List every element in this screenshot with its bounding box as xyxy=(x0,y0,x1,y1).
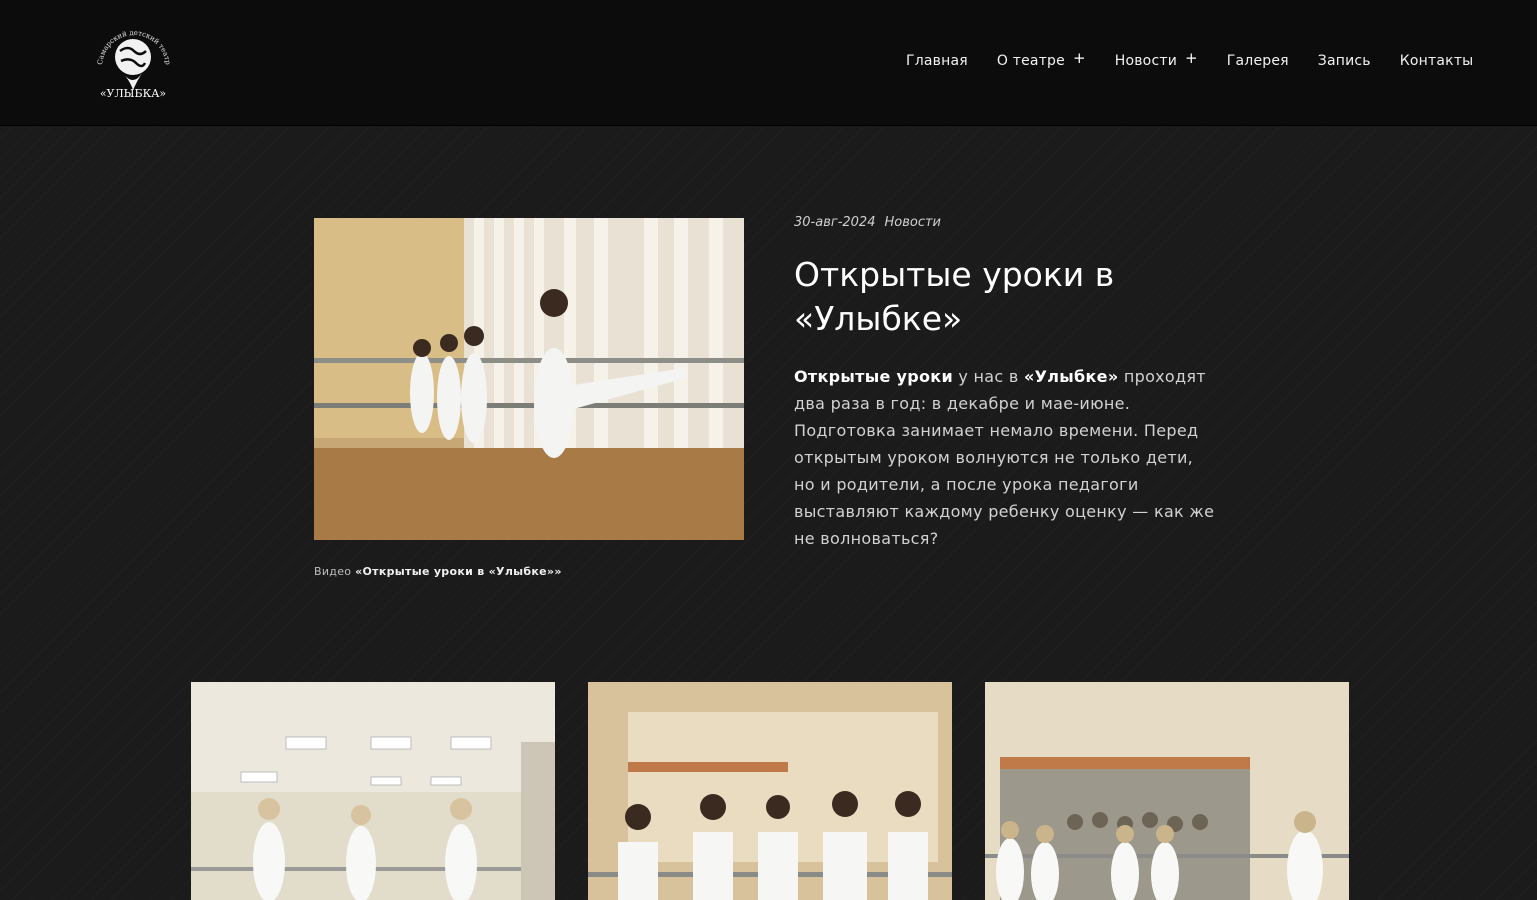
nav-item-label: Контакты xyxy=(1399,53,1474,69)
site-header: Самарский детский театр танца «УЛЫБКА» Г… xyxy=(0,0,1537,126)
nav-item-signup[interactable]: Запись xyxy=(1318,53,1371,69)
gallery-photo-3[interactable] xyxy=(985,682,1349,900)
dance-hall-photo xyxy=(191,682,555,900)
article-meta: 30-авг-2024 Новости xyxy=(794,215,950,230)
video-thumbnail[interactable] xyxy=(314,218,744,540)
body-bold-lead: Открытые уроки xyxy=(794,367,953,386)
nav-item-gallery[interactable]: Галерея xyxy=(1227,53,1289,69)
nav-item-label: Новости xyxy=(1114,53,1177,69)
article-date: 30-авг-2024 xyxy=(794,215,876,230)
nav-item-label: Главная xyxy=(906,53,968,69)
body-bold-name: «Улыбке» xyxy=(1023,367,1119,386)
gallery-photo-2[interactable] xyxy=(588,682,952,900)
theatre-logo[interactable]: Самарский детский театр танца «УЛЫБКА» xyxy=(90,15,174,103)
nav-item-about[interactable]: О театре + xyxy=(996,49,1086,70)
article-body: Открытые уроки у нас в «Улыбке» проходят… xyxy=(794,363,1219,552)
ballet-barre-photo xyxy=(314,218,744,540)
body-text-2: проходят два раза в год: в декабре и мае… xyxy=(794,367,1215,548)
nav-item-label: Запись xyxy=(1317,53,1371,69)
article-title: Открытые уроки в «Улыбке» xyxy=(794,255,1115,338)
nav-item-home[interactable]: Главная xyxy=(906,53,968,69)
nav-item-news[interactable]: Новости + xyxy=(1114,49,1198,70)
article-category[interactable]: Новости xyxy=(884,215,941,230)
logo-emblem-icon: Самарский детский театр танца «УЛЫБКА» xyxy=(90,15,172,100)
girls-performance-photo xyxy=(985,682,1349,900)
nav-item-label: О театре xyxy=(996,53,1065,69)
caption-prefix: Видео xyxy=(314,565,352,578)
boys-barre-photo xyxy=(588,682,952,900)
video-caption: Видео «Открытые уроки в «Улыбке»» xyxy=(314,565,562,578)
gallery-photo-1[interactable] xyxy=(191,682,555,900)
nav-item-contacts[interactable]: Контакты xyxy=(1400,53,1474,69)
body-text-1: у нас в xyxy=(952,367,1024,386)
plus-icon[interactable]: + xyxy=(1185,49,1198,67)
caption-title[interactable]: «Открытые уроки в «Улыбке»» xyxy=(355,565,562,578)
main-nav: Главная О театре + Новости + Галерея Зап… xyxy=(906,49,1474,70)
plus-icon[interactable]: + xyxy=(1073,49,1086,67)
logo-name: «УЛЫБКА» xyxy=(100,87,166,100)
nav-item-label: Галерея xyxy=(1226,53,1289,69)
